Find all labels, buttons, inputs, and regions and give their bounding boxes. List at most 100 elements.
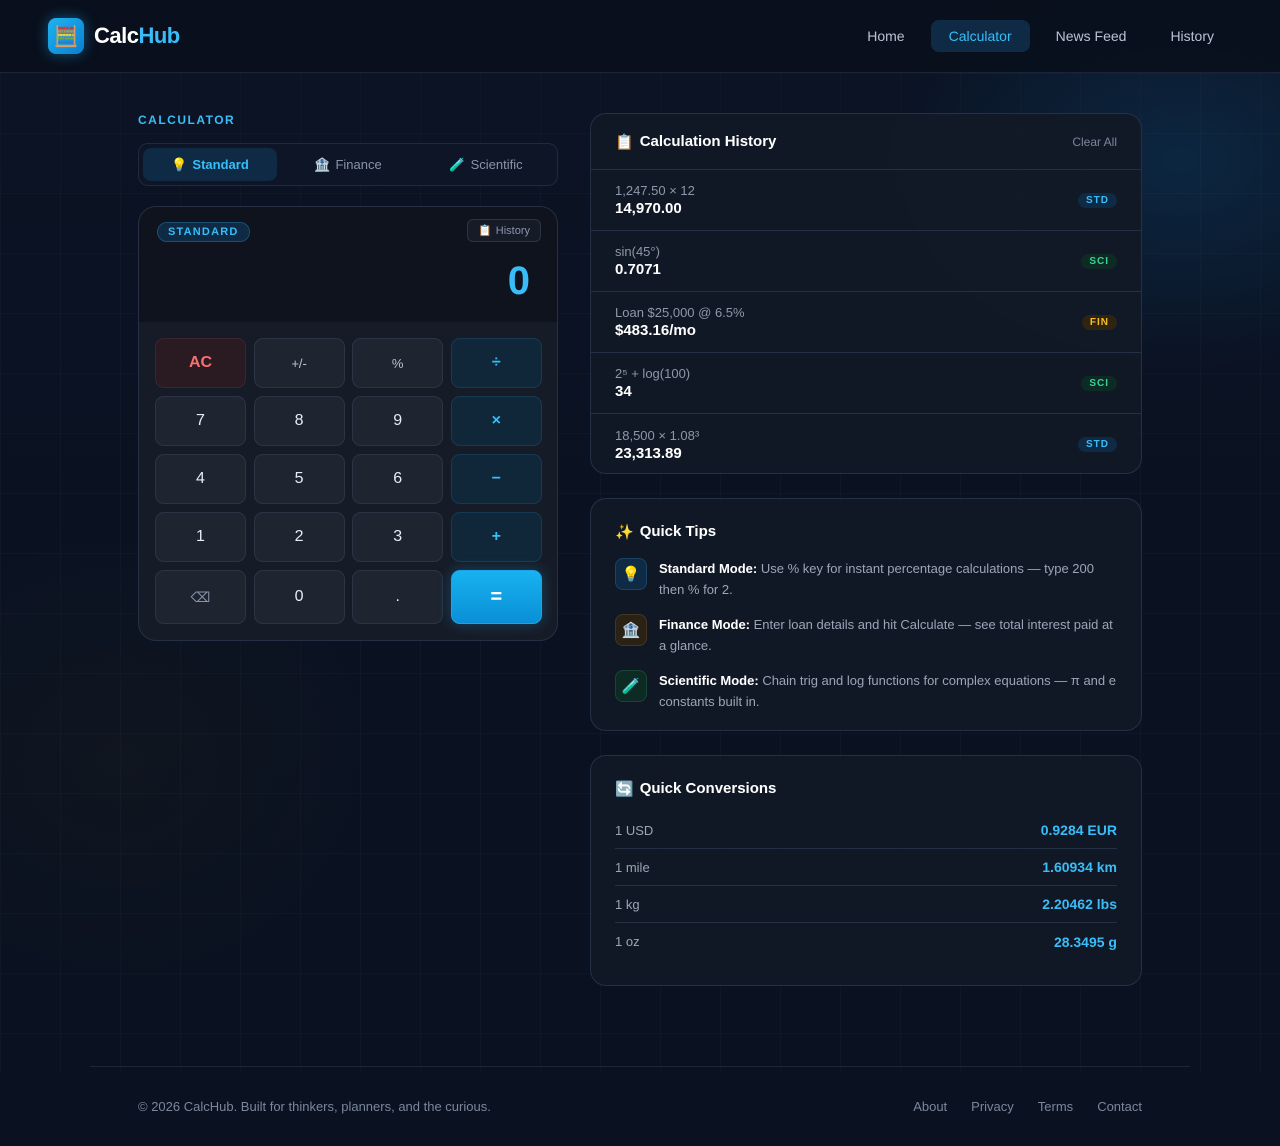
history-header: 📋 Calculation History Clear All: [591, 114, 1141, 170]
quick-conversions-title-text: Quick Conversions: [639, 780, 777, 797]
display-value: 0: [507, 259, 530, 303]
history-title: 📋 Calculation History: [615, 133, 776, 151]
nav-item-history[interactable]: History: [1152, 20, 1232, 52]
quick-tips-title: ✨ Quick Tips: [615, 523, 1117, 541]
history-expression: 18,500 × 1.08³: [615, 427, 700, 443]
history-card: 📋 Calculation History Clear All 1,247.50…: [590, 113, 1142, 474]
key-7[interactable]: 7: [155, 396, 246, 446]
key-4[interactable]: 4: [155, 454, 246, 504]
footer-link-privacy[interactable]: Privacy: [971, 1099, 1014, 1114]
key-2[interactable]: 2: [253, 512, 345, 562]
history-tag: STD: [1078, 192, 1117, 208]
conversion-row[interactable]: 1 USD 0.9284 EUR: [615, 812, 1117, 849]
history-tag: STD: [1078, 437, 1117, 452]
brand-logo[interactable]: 🧮 CalcHub: [48, 18, 180, 54]
history-expression: 1,247.50 × 12: [615, 183, 695, 198]
clipboard-icon: 📋: [478, 225, 492, 237]
history-expression: sin(45°): [615, 244, 660, 259]
clear-all-button[interactable]: Clear All: [1072, 135, 1117, 149]
nav-item-news-feed[interactable]: News Feed: [1038, 20, 1145, 52]
keypad: AC +/- % ÷ 7 8 9 × 4 5 6 − 1 2 3 + ⌫ 0 .…: [155, 338, 542, 624]
key-5[interactable]: 5: [253, 454, 345, 504]
key-negate[interactable]: +/-: [253, 338, 345, 388]
history-result: 0.7071: [615, 261, 661, 278]
history-row[interactable]: 1,247.50 × 12 14,970.00 STD: [591, 170, 1141, 231]
key-backspace[interactable]: ⌫: [155, 570, 246, 624]
footer-link-about[interactable]: About: [913, 1099, 947, 1114]
mode-badge: STANDARD: [157, 222, 250, 242]
tip-text: Scientific Mode: Chain trig and log func…: [659, 670, 1117, 712]
lightbulb-icon: 💡: [615, 558, 647, 590]
tip-item: 🏦 Finance Mode: Enter loan details and h…: [615, 614, 1117, 656]
bank-icon: 🏦: [314, 156, 331, 172]
history-row[interactable]: sin(45°) 0.7071 SCI: [591, 231, 1141, 292]
history-row[interactable]: 18,500 × 1.08³ 23,313.89 STD: [591, 414, 1141, 473]
tab-scientific-label: Scientific: [470, 157, 523, 172]
nav-item-calculator[interactable]: Calculator: [930, 20, 1030, 52]
conversion-to: 2.20462 lbs: [1042, 896, 1117, 912]
key-percent[interactable]: %: [352, 338, 444, 388]
key-1[interactable]: 1: [155, 512, 246, 562]
conversion-from: 1 oz: [615, 934, 640, 949]
history-row[interactable]: Loan $25,000 @ 6.5% $483.16/mo FIN: [591, 292, 1141, 353]
conversion-to: 0.9284 EUR: [1040, 822, 1117, 838]
tab-scientific[interactable]: 🧪 Scientific: [419, 148, 553, 181]
tab-finance[interactable]: 🏦 Finance: [281, 148, 415, 181]
key-divide[interactable]: ÷: [450, 338, 542, 388]
conversion-to: 28.3495 g: [1053, 933, 1117, 950]
key-decimal[interactable]: .: [352, 570, 444, 624]
tab-standard[interactable]: 💡 Standard: [143, 148, 277, 181]
calculator-history-label: History: [495, 224, 530, 237]
history-row[interactable]: 2⁵ + log(100) 34 SCI: [591, 353, 1141, 414]
tab-finance-label: Finance: [335, 157, 382, 172]
quick-conversions-card: 🔄 Quick Conversions 1 USD 0.9284 EUR 1 m…: [590, 755, 1142, 986]
brand-name-main: Calc: [94, 23, 139, 48]
history-result: 34: [615, 383, 632, 400]
quick-conversions-title: 🔄 Quick Conversions: [615, 780, 1117, 798]
footer-divider: [90, 1066, 1190, 1067]
tip-text: Finance Mode: Enter loan details and hit…: [659, 614, 1117, 656]
history-expression: 2⁵ + log(100): [615, 366, 691, 381]
bank-icon: 🏦: [615, 614, 647, 646]
sparkles-icon: ✨: [615, 524, 634, 541]
brand-name-accent: Hub: [138, 23, 180, 48]
clipboard-icon: 📋: [615, 133, 634, 151]
key-3[interactable]: 3: [352, 512, 444, 562]
key-6[interactable]: 6: [352, 454, 444, 504]
footer-link-contact[interactable]: Contact: [1097, 1099, 1142, 1114]
history-title-text: Calculation History: [639, 133, 777, 150]
conversion-from: 1 kg: [615, 896, 640, 912]
brand-name: CalcHub: [94, 23, 180, 49]
main-nav: Home Calculator News Feed History: [849, 20, 1232, 52]
tip-heading: Finance Mode:: [659, 617, 751, 632]
key-add[interactable]: +: [450, 512, 542, 562]
history-expression: Loan $25,000 @ 6.5%: [615, 305, 745, 320]
calculator-history-button[interactable]: 📋 History: [467, 219, 541, 242]
key-equals[interactable]: =: [450, 570, 542, 624]
tip-heading: Scientific Mode:: [659, 673, 759, 688]
calculator-panel: STANDARD 📋 History 0 AC +/- % ÷ 7 8 9 × …: [138, 206, 558, 641]
test-tube-icon: 🧪: [615, 670, 647, 702]
nav-item-home[interactable]: Home: [849, 20, 922, 52]
key-multiply[interactable]: ×: [450, 396, 542, 446]
conversion-row[interactable]: 1 oz 28.3495 g: [615, 923, 1117, 960]
conversion-row[interactable]: 1 kg 2.20462 lbs: [615, 886, 1117, 923]
key-9[interactable]: 9: [352, 396, 444, 446]
conversion-row[interactable]: 1 mile 1.60934 km: [615, 849, 1117, 886]
history-tag: SCI: [1081, 253, 1117, 269]
tip-item: 💡 Standard Mode: Use % key for instant p…: [615, 558, 1117, 600]
history-result: 23,313.89: [615, 444, 682, 462]
calculator-section-label: CALCULATOR: [138, 113, 236, 127]
abacus-icon: 🧮: [48, 18, 84, 54]
quick-tips-title-text: Quick Tips: [639, 523, 717, 540]
key-subtract[interactable]: −: [450, 454, 542, 504]
tip-text: Standard Mode: Use % key for instant per…: [659, 558, 1117, 600]
quick-tips-card: ✨ Quick Tips 💡 Standard Mode: Use % key …: [590, 498, 1142, 731]
footer-link-terms[interactable]: Terms: [1038, 1099, 1073, 1114]
key-8[interactable]: 8: [253, 396, 345, 446]
top-header: 🧮 CalcHub Home Calculator News Feed Hist…: [0, 0, 1280, 73]
history-result: 14,970.00: [615, 200, 682, 217]
lightbulb-icon: 💡: [171, 156, 188, 172]
key-0[interactable]: 0: [253, 570, 345, 624]
key-clear[interactable]: AC: [155, 338, 246, 388]
